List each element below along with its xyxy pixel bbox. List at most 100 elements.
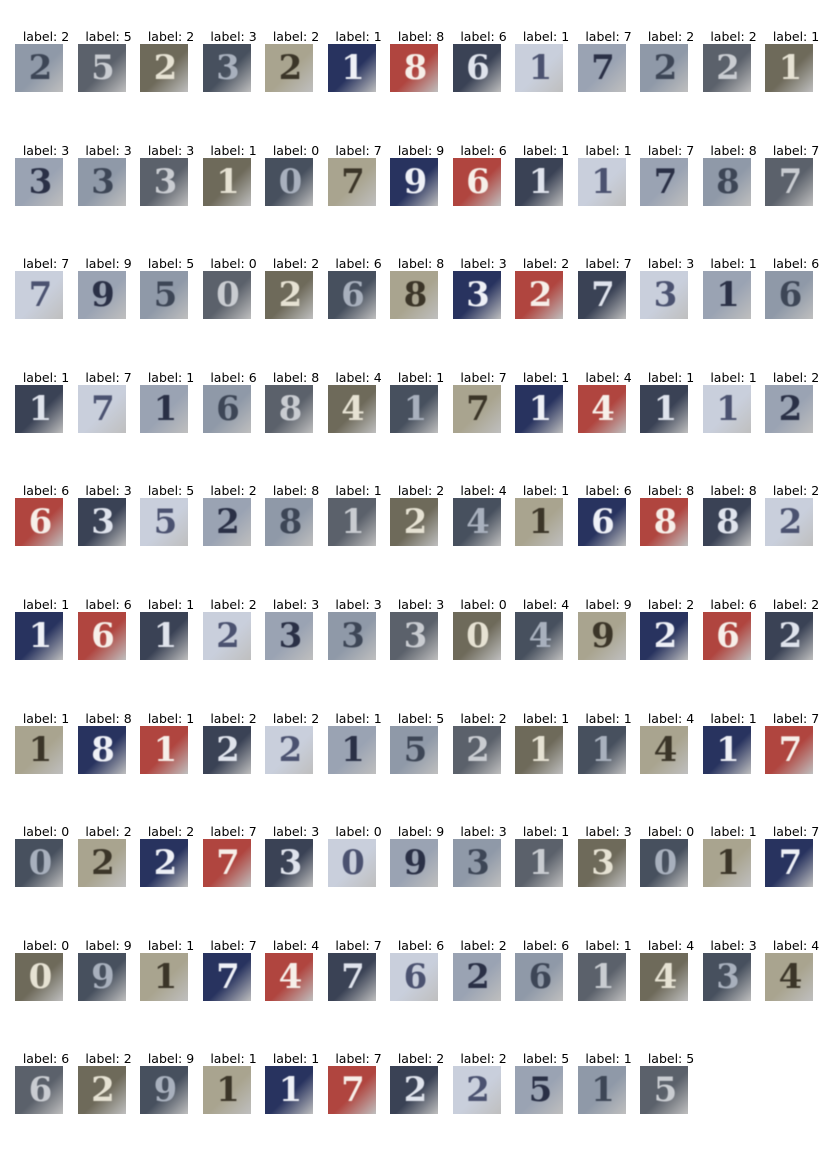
digit-glyph: 9	[91, 956, 115, 997]
digit-glyph: 4	[778, 956, 803, 997]
digit-glyph: 3	[216, 48, 240, 88]
digit-glyph: 9	[403, 161, 428, 202]
image-tile: label: 22	[640, 598, 702, 670]
digit-image: 3	[327, 612, 376, 660]
image-tile: label: 77	[77, 370, 140, 443]
digit-image: 4	[640, 725, 688, 774]
image-tile: label: 11	[327, 484, 390, 556]
image-tile: label: 33	[327, 598, 390, 670]
digit-image: 2	[265, 271, 313, 320]
digit-image: 5	[140, 498, 188, 547]
digit-glyph: 6	[28, 1070, 53, 1111]
digit-image: 1	[390, 384, 438, 433]
image-tile: label: 77	[452, 370, 515, 443]
digit-glyph: 1	[216, 1070, 240, 1111]
image-tile: label: 44	[265, 938, 327, 1011]
digit-glyph: 1	[403, 388, 428, 429]
digit-image: 0	[265, 157, 313, 206]
digit-glyph: 1	[528, 502, 553, 543]
digit-image: 1	[577, 952, 626, 1001]
digit-glyph: 2	[216, 502, 240, 543]
image-tile: label: 11	[515, 484, 577, 556]
digit-image: 2	[265, 725, 313, 774]
tile-label: label: 4	[772, 937, 820, 953]
image-tile: label: 22	[265, 30, 327, 102]
digit-glyph: 4	[653, 729, 678, 770]
digit-image: 1	[15, 384, 63, 433]
image-tile: label: 44	[640, 938, 702, 1011]
digit-glyph: 3	[716, 956, 740, 997]
digit-image: 6	[15, 498, 63, 547]
digit-glyph: 1	[778, 48, 803, 88]
digit-image: 7	[15, 271, 63, 320]
image-tile: label: 99	[390, 825, 452, 897]
image-tile: label: 11	[327, 711, 390, 784]
digit-image: 2	[515, 271, 563, 320]
digit-image: 2	[15, 44, 63, 92]
digit-glyph: 2	[528, 275, 553, 316]
image-tile: label: 66	[77, 598, 140, 670]
digit-image: 4	[577, 384, 626, 433]
digit-glyph: 2	[716, 48, 740, 88]
digit-glyph: 8	[716, 502, 740, 543]
digit-image: 5	[515, 1066, 563, 1115]
image-tile: label: 22	[77, 1052, 140, 1124]
digit-glyph: 1	[153, 729, 178, 770]
digit-glyph: 1	[716, 275, 740, 316]
digit-glyph: 1	[591, 161, 615, 202]
digit-image: 1	[265, 1066, 313, 1115]
image-tile: label: 44	[515, 598, 577, 670]
digit-image: 1	[515, 384, 563, 433]
digit-image: 4	[765, 952, 813, 1001]
digit-image: 9	[140, 1066, 188, 1115]
tile-label: label: 6	[772, 256, 820, 272]
digit-image: 1	[515, 498, 563, 547]
image-tile: label: 11	[577, 938, 640, 1011]
digit-image: 3	[265, 612, 313, 660]
digit-image: 1	[702, 839, 751, 888]
image-tile: label: 99	[577, 598, 640, 670]
image-tile: label: 77	[765, 825, 826, 897]
digit-glyph: 3	[591, 843, 615, 884]
image-tile: label: 66	[452, 143, 515, 216]
digit-glyph: 1	[153, 956, 178, 997]
image-tile: label: 66	[765, 257, 826, 329]
digit-glyph: 1	[528, 729, 553, 770]
digit-image: 7	[640, 157, 688, 206]
digit-image: 9	[577, 612, 626, 660]
image-tile: label: 77	[202, 825, 265, 897]
digit-image: 2	[77, 1066, 126, 1115]
digit-glyph: 3	[403, 616, 428, 656]
digit-glyph: 2	[403, 1070, 428, 1111]
digit-image: 1	[327, 498, 376, 547]
image-tile: label: 22	[390, 484, 452, 556]
digit-glyph: 5	[153, 275, 178, 316]
digit-glyph: 6	[466, 48, 490, 88]
image-tile: label: 22	[15, 30, 77, 102]
image-tile: label: 77	[202, 938, 265, 1011]
image-tile: label: 11	[640, 370, 702, 443]
image-tile: label: 77	[327, 1052, 390, 1124]
image-tile: label: 66	[577, 484, 640, 556]
digit-glyph: 8	[278, 502, 303, 543]
image-tile: label: 66	[452, 30, 515, 102]
digit-glyph: 6	[28, 502, 53, 543]
digit-glyph: 1	[153, 616, 178, 656]
digit-image: 2	[202, 725, 251, 774]
digit-image: 9	[77, 952, 126, 1001]
digit-glyph: 3	[153, 161, 178, 202]
digit-image: 4	[515, 612, 563, 660]
digit-image: 9	[77, 271, 126, 320]
digit-glyph: 1	[591, 729, 615, 770]
digit-glyph: 5	[528, 1070, 553, 1111]
digit-image: 5	[77, 44, 126, 92]
digit-image: 8	[77, 725, 126, 774]
digit-glyph: 8	[403, 48, 428, 88]
digit-glyph: 0	[28, 843, 53, 884]
image-tile: label: 77	[765, 711, 826, 784]
digit-glyph: 7	[216, 956, 240, 997]
digit-image: 4	[640, 952, 688, 1001]
tile-label: label: 2	[772, 597, 820, 612]
digit-glyph: 2	[403, 502, 428, 543]
digit-glyph: 6	[716, 616, 740, 656]
